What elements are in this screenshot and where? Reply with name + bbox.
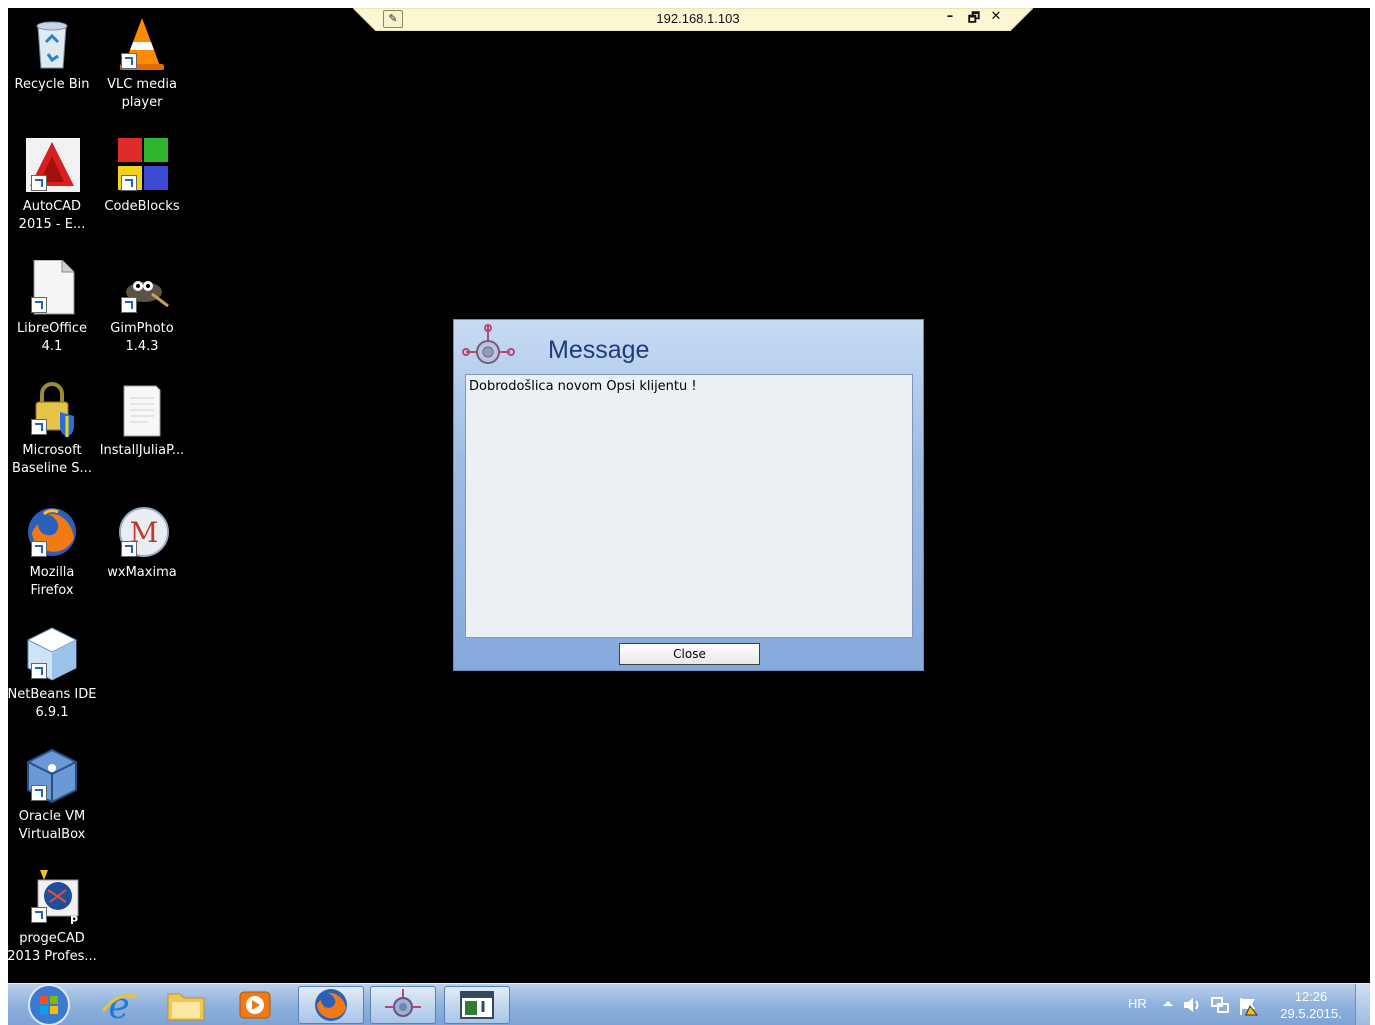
- progecad-icon: P: [24, 870, 80, 926]
- vlc-icon: [114, 16, 170, 72]
- dialog-title: Message: [548, 336, 650, 364]
- taskbar-firefox[interactable]: [298, 986, 364, 1024]
- desktop-icon-label: GimPhoto 1.4.3: [110, 321, 174, 354]
- firefox-icon: [24, 504, 80, 560]
- desktop-icon-autocad[interactable]: AutoCAD 2015 - E...: [8, 138, 97, 234]
- desktop-icon-label: InstallJuliaP...: [99, 443, 185, 458]
- desktop-icon-vlc[interactable]: VLC media player: [97, 16, 187, 112]
- desktop-icon-installjulia[interactable]: InstallJuliaP...: [97, 382, 187, 460]
- desktop-icon-label: CodeBlocks: [104, 199, 180, 214]
- volume-icon[interactable]: [1182, 996, 1202, 1014]
- desktop-icon-label: AutoCAD 2015 - E...: [18, 199, 86, 232]
- netbeans-icon: [24, 626, 80, 682]
- wxmaxima-icon: M: [114, 504, 170, 560]
- folder-icon: [167, 993, 205, 1021]
- gimphoto-icon: [114, 260, 170, 316]
- message-text: Dobrodošlica novom Opsi klijentu !: [465, 374, 913, 638]
- taskbar: e HR 12:26 29.5.2015.: [8, 983, 1370, 1025]
- desktop-icon-label: VLC media player: [107, 77, 177, 110]
- taskbar-window[interactable]: [444, 986, 510, 1024]
- opsi-icon: [385, 989, 421, 1017]
- desktop-icon-mbsa[interactable]: Microsoft Baseline S...: [8, 382, 97, 478]
- language-indicator[interactable]: HR: [1128, 996, 1147, 1011]
- desktop-icon-firefox[interactable]: Mozilla Firefox: [8, 504, 97, 600]
- desktop-icon-label: Recycle Bin: [14, 77, 90, 92]
- media-player-icon: [239, 991, 271, 1019]
- desktop-icon-label: Microsoft Baseline S...: [12, 443, 92, 476]
- desktop-icon-virtualbox[interactable]: Oracle VM VirtualBox: [8, 748, 97, 844]
- clock[interactable]: 12:26 29.5.2015.: [1278, 988, 1344, 1022]
- remote-address: 192.168.1.103: [656, 11, 740, 26]
- taskbar-opsi[interactable]: [370, 986, 436, 1024]
- restore-button[interactable]: 🗗: [965, 9, 983, 31]
- windows-start-icon: [28, 984, 70, 1025]
- desktop-icon-progecad[interactable]: P progeCAD 2013 Profes...: [8, 870, 97, 966]
- desktop-icon-label: Oracle VM VirtualBox: [18, 809, 86, 842]
- desktop-icon-label: Mozilla Firefox: [29, 565, 75, 598]
- desktop-icon-libreoffice[interactable]: LibreOffice 4.1: [8, 260, 97, 356]
- svg-text:P: P: [70, 914, 78, 926]
- close-connection-button[interactable]: ✕: [987, 9, 1005, 24]
- desktop-icon-wxmaxima[interactable]: M wxMaxima: [97, 504, 187, 582]
- remote-connection-bar: ✎ 192.168.1.103 – 🗗 ✕: [353, 8, 1033, 31]
- desktop-icon-gimphoto[interactable]: GimPhoto 1.4.3: [97, 260, 187, 356]
- recycle-bin-icon: [24, 16, 80, 72]
- pin-icon[interactable]: ✎: [383, 10, 403, 28]
- taskbar-file-explorer[interactable]: [153, 986, 219, 1024]
- system-tray: HR 12:26 29.5.2015.: [1120, 984, 1370, 1025]
- document-icon: [114, 382, 170, 438]
- internet-explorer-icon: e: [101, 986, 138, 1025]
- svg-text:e: e: [108, 986, 129, 1025]
- desktop-icon-recycle-bin[interactable]: Recycle Bin: [8, 16, 97, 94]
- show-desktop-button[interactable]: [1355, 984, 1370, 1025]
- desktop-icon-label: NetBeans IDE 6.9.1: [8, 687, 97, 720]
- opsi-logo-icon: [462, 324, 515, 364]
- desktop: ✎ 192.168.1.103 – 🗗 ✕ Recycle Bin VLC me…: [8, 8, 1370, 1025]
- autocad-icon: [24, 138, 80, 194]
- action-center-flag-icon[interactable]: [1238, 996, 1260, 1016]
- clock-time: 12:26: [1294, 989, 1328, 1004]
- libreoffice-icon: [24, 260, 80, 316]
- mbsa-icon: [24, 382, 80, 438]
- desktop-icon-label: wxMaxima: [107, 565, 177, 580]
- codeblocks-icon: [114, 138, 170, 194]
- minimize-button[interactable]: –: [941, 9, 959, 24]
- desktop-icon-netbeans[interactable]: NetBeans IDE 6.9.1: [8, 626, 97, 722]
- taskbar-media-player[interactable]: [222, 986, 288, 1024]
- firefox-icon: [315, 989, 347, 1021]
- message-dialog: Message Dobrodošlica novom Opsi klijentu…: [453, 319, 924, 671]
- virtualbox-icon: [24, 748, 80, 804]
- window-icon: [460, 991, 494, 1019]
- taskbar-internet-explorer[interactable]: e: [86, 986, 152, 1025]
- close-button[interactable]: Close: [619, 643, 760, 665]
- desktop-icon-label: progeCAD 2013 Profes...: [8, 931, 97, 964]
- start-button[interactable]: [16, 984, 82, 1025]
- desktop-icon-codeblocks[interactable]: CodeBlocks: [97, 138, 187, 216]
- desktop-icon-label: LibreOffice 4.1: [16, 321, 88, 354]
- network-icon[interactable]: [1210, 996, 1230, 1014]
- show-hidden-icons-arrow-icon[interactable]: [1162, 996, 1174, 1012]
- clock-date: 29.5.2015.: [1280, 1006, 1342, 1021]
